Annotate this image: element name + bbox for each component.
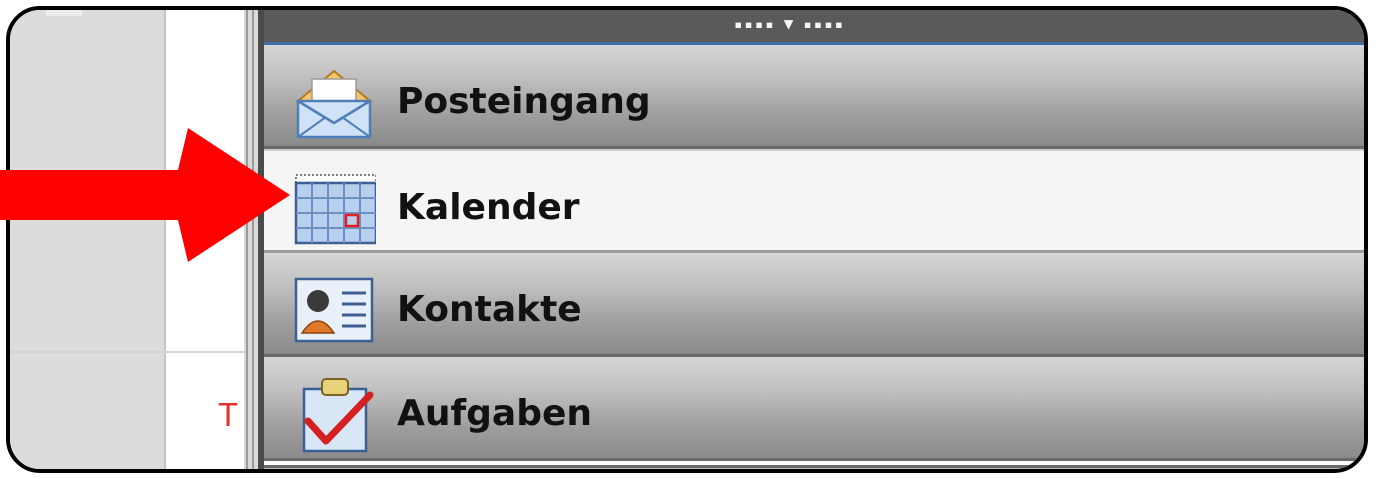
partial-icon	[324, 472, 354, 473]
nav-item-label: Posteingang	[397, 81, 651, 122]
nav-item-partial[interactable]	[264, 465, 1364, 473]
partial-text: T	[218, 396, 239, 433]
grip-handle[interactable]: ▪▪▪▪ ▼ ▪▪▪▪	[734, 14, 845, 33]
nav-item-label: Kontakte	[397, 289, 582, 330]
nav-item-label: Kalender	[397, 187, 580, 228]
nav-item-posteingang[interactable]: Posteingang	[264, 45, 1364, 149]
column-header-stub	[46, 10, 82, 16]
grip-dots-left: ▪▪▪▪	[734, 17, 776, 33]
nav-item-label: Aufgaben	[397, 393, 593, 434]
contacts-card-icon	[294, 277, 374, 343]
calendar-icon	[294, 174, 376, 245]
mail-inbox-icon	[295, 69, 373, 139]
row-divider	[10, 351, 244, 353]
pointing-arrow-icon	[0, 128, 290, 262]
chevron-down-icon: ▼	[783, 14, 796, 33]
nav-item-aufgaben[interactable]: Aufgaben	[264, 357, 1364, 461]
nav-item-kalender[interactable]: Kalender	[264, 149, 1364, 253]
nav-item-kontakte[interactable]: Kontakte	[264, 253, 1364, 357]
tasks-clipboard-icon	[302, 378, 374, 453]
navigation-pane: Posteingang Kalender Kontakte Aufgaben	[264, 45, 1364, 461]
grip-dots-right: ▪▪▪▪	[803, 17, 846, 33]
navigation-pane-resize-grip[interactable]: ▪▪▪▪ ▼ ▪▪▪▪	[264, 10, 1364, 45]
